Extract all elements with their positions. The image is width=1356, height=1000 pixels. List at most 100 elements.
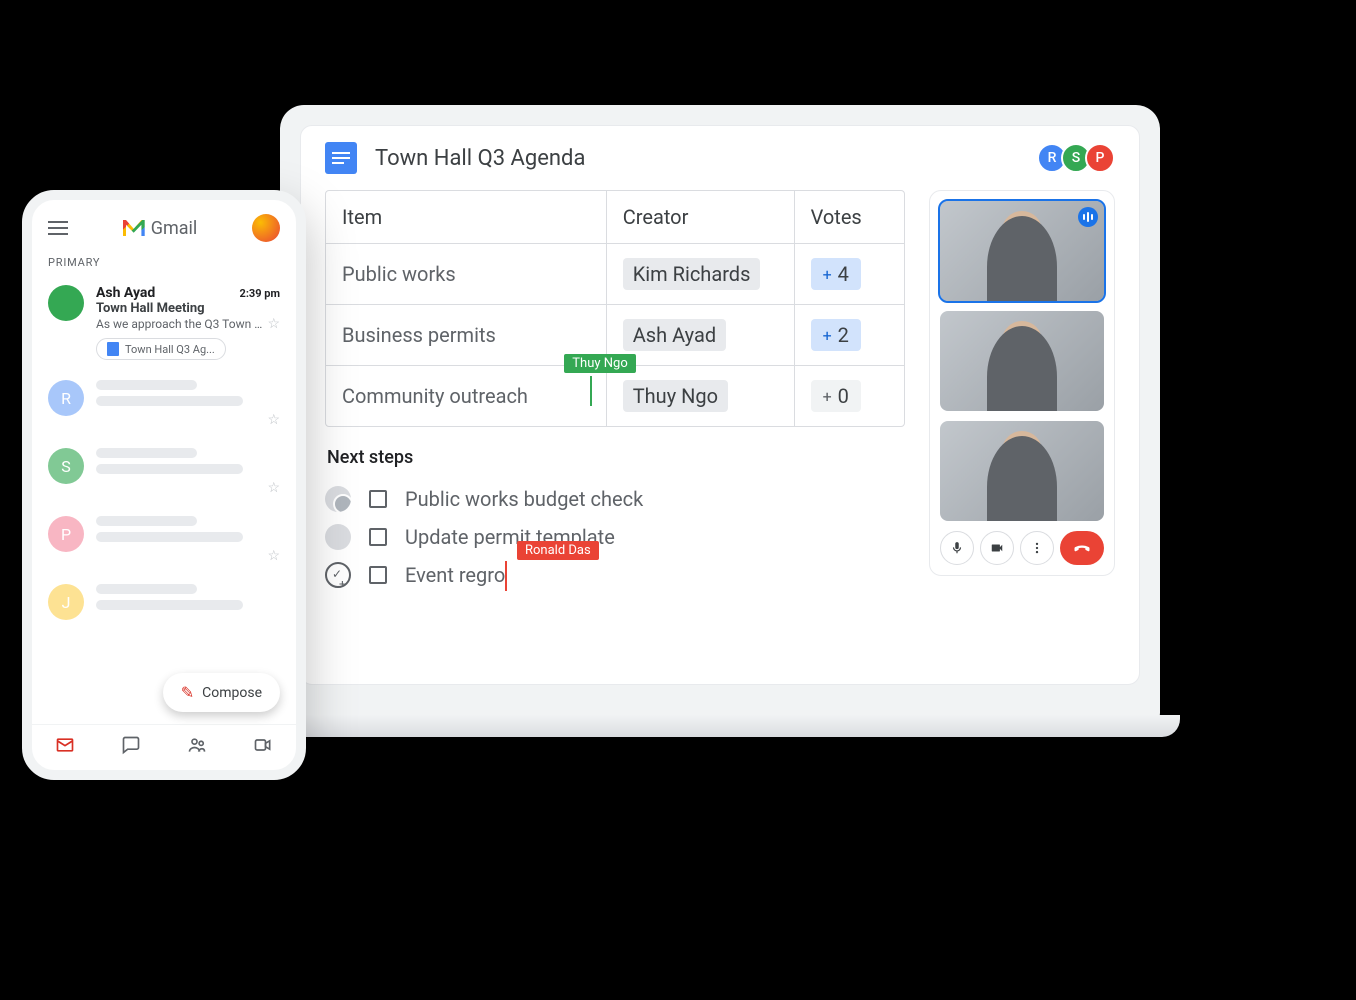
sender-avatar[interactable]: J [48,584,84,620]
skeleton-line [96,396,243,406]
skeleton-line [96,380,197,390]
email-snippet: As we approach the Q3 Town Ha... [96,317,263,331]
agenda-table: Item Creator Votes Public works Kim Rich… [325,190,905,427]
creator-chip[interactable]: Thuy Ngo [623,380,728,412]
step-checkbox[interactable] [369,528,387,546]
hamburger-menu-icon [48,227,68,229]
table-header-item: Item [326,191,607,243]
video-camera-icon [990,541,1004,555]
primary-tab-label[interactable]: Primary [32,256,296,275]
step-checkbox[interactable] [369,490,387,508]
collaborator-avatars: R S P [1043,143,1115,173]
step-checkbox[interactable] [369,566,387,584]
collab-cursor-tag: Ronald Das [517,541,599,560]
email-subject: Town Hall Meeting [96,301,280,316]
vote-chip[interactable]: + 2 [811,319,861,351]
meet-participant-tile[interactable] [940,201,1104,301]
attachment-chip[interactable]: Town Hall Q3 Ag... [96,338,226,360]
profile-avatar[interactable] [252,214,280,242]
inbox-list[interactable]: Ash Ayad 2:39 pm Town Hall Meeting As we… [32,275,296,724]
skeleton-line [96,448,197,458]
docs-content[interactable]: Item Creator Votes Public works Kim Rich… [325,190,905,594]
assignee-avatar-icon[interactable] [325,524,351,550]
phone-frame: Gmail Primary Ash Ayad 2:39 pm Town Hall… [22,190,306,780]
plus-icon: + [823,387,832,406]
cell-votes[interactable]: + 0 [795,366,904,426]
add-assignee-icon[interactable] [325,562,351,588]
compose-label: Compose [202,685,262,701]
email-sender: Ash Ayad [96,285,155,301]
plus-icon: + [823,326,832,345]
mic-button[interactable] [940,531,974,565]
sender-avatar[interactable] [48,285,84,321]
laptop-frame: Town Hall Q3 Agenda R S P Item Creator V… [280,105,1160,725]
table-row[interactable]: Community outreach Thuy Ngo Thuy Ngo + [326,366,904,426]
nav-spaces-icon[interactable] [187,735,207,760]
hangup-button[interactable] [1060,531,1104,565]
nav-chat-icon[interactable] [121,735,141,760]
camera-button[interactable] [980,531,1014,565]
creator-chip[interactable]: Kim Richards [623,258,761,290]
bottom-nav [32,724,296,770]
nav-mail-icon[interactable] [55,735,75,760]
email-item-placeholder[interactable]: R ☆ [32,370,296,438]
step-row[interactable]: Public works budget check [325,480,905,518]
table-header-votes: Votes [795,191,904,243]
table-header-row: Item Creator Votes [326,191,904,244]
laptop-base [260,715,1180,737]
skeleton-line [96,516,197,526]
nav-meet-icon[interactable] [253,735,273,760]
skeleton-line [96,600,243,610]
email-item[interactable]: Ash Ayad 2:39 pm Town Hall Meeting As we… [32,275,296,370]
cell-item[interactable]: Public works [326,244,607,304]
hangup-phone-icon [1072,538,1092,558]
google-docs-icon [325,142,357,174]
sender-avatar[interactable]: R [48,380,84,416]
cell-item[interactable]: Community outreach Thuy Ngo [326,366,607,426]
skeleton-line [96,532,243,542]
plus-icon: + [823,265,832,284]
skeleton-line [96,464,243,474]
star-icon[interactable]: ☆ [267,548,280,564]
step-row[interactable]: Update permit template [325,518,905,556]
email-item-placeholder[interactable]: J [32,574,296,630]
creator-chip[interactable]: Ash Ayad [623,319,726,351]
collaborator-avatar[interactable]: P [1085,143,1115,173]
gmail-wordmark: Gmail [151,218,198,239]
compose-button[interactable]: ✎ Compose [163,673,280,712]
docs-title[interactable]: Town Hall Q3 Agenda [375,146,1025,171]
meet-panel [929,190,1115,576]
sender-avatar[interactable]: P [48,516,84,552]
cell-votes[interactable]: + 4 [795,244,904,304]
collab-cursor-line [505,561,507,591]
menu-button[interactable] [48,227,68,229]
microphone-icon [950,541,964,555]
collab-cursor-tag: Thuy Ngo [564,354,635,373]
table-row[interactable]: Public works Kim Richards + 4 [326,244,904,305]
step-label[interactable]: Public works budget check [405,487,643,511]
cell-votes[interactable]: + 2 [795,305,904,365]
table-header-creator: Creator [607,191,795,243]
docs-file-icon [107,342,119,356]
pencil-icon: ✎ [181,683,194,702]
next-steps-heading: Next steps [327,447,905,468]
more-options-button[interactable] [1020,531,1054,565]
meet-participant-tile[interactable] [940,311,1104,411]
gmail-logo: Gmail [82,218,238,239]
more-vertical-icon [1030,541,1044,555]
email-item-placeholder[interactable]: P ☆ [32,506,296,574]
vote-chip[interactable]: + 4 [811,258,861,290]
meet-participant-tile[interactable] [940,421,1104,521]
star-icon[interactable]: ☆ [267,412,280,428]
step-row[interactable]: Event regro Ronald Das [325,556,905,594]
cell-creator[interactable]: Kim Richards [607,244,795,304]
step-label[interactable]: Event regro Ronald Das [405,563,505,587]
star-icon[interactable]: ☆ [267,316,280,332]
assignee-avatar-pair-icon[interactable] [325,486,351,512]
sender-avatar[interactable]: S [48,448,84,484]
vote-chip[interactable]: + 0 [811,380,861,412]
star-icon[interactable]: ☆ [267,480,280,496]
email-item-placeholder[interactable]: S ☆ [32,438,296,506]
cell-creator[interactable]: Thuy Ngo [607,366,795,426]
speaking-indicator-icon [1078,207,1098,227]
